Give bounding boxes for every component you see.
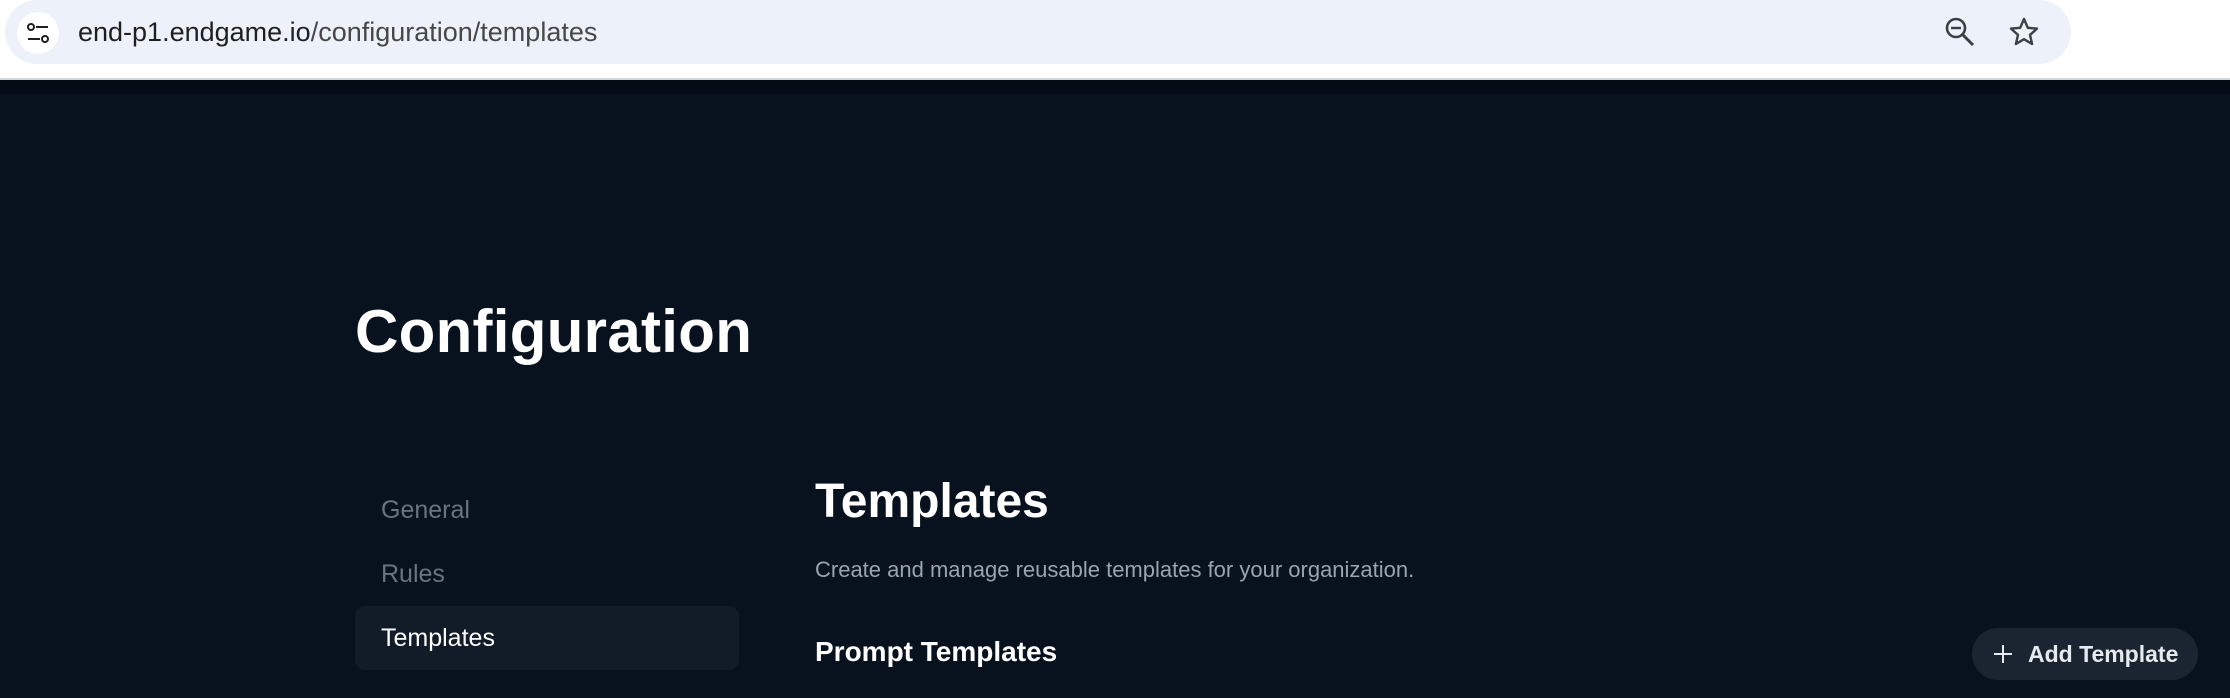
add-template-button[interactable]: Add Template — [1972, 628, 2198, 680]
sidebar-item-label: General — [381, 495, 470, 524]
sidebar-item-templates[interactable]: Templates — [355, 606, 739, 670]
url-path: /configuration/templates — [310, 17, 598, 47]
section-description: Create and manage reusable templates for… — [815, 557, 1415, 582]
plus-icon — [1994, 645, 2012, 663]
section-title: Templates — [815, 475, 1049, 528]
zoom-out-icon — [1945, 17, 1975, 47]
star-icon — [2009, 17, 2039, 46]
url-host: end-p1.endgame.io — [78, 17, 311, 47]
site-info-button[interactable] — [17, 12, 59, 54]
sidebar-item-label: Rules — [381, 559, 445, 588]
url-text[interactable]: end-p1.endgame.io/configuration/template… — [78, 15, 597, 49]
bookmark-button[interactable] — [2006, 14, 2042, 50]
add-template-label: Add Template — [2028, 640, 2179, 667]
sidebar-item-general[interactable]: General — [355, 478, 739, 542]
sidebar-item-rules[interactable]: Rules — [355, 542, 739, 606]
browser-toolbar: end-p1.endgame.io/configuration/template… — [0, 0, 2230, 80]
page-top-strip — [0, 80, 2230, 94]
zoom-button[interactable] — [1942, 14, 1978, 50]
sidebar-item-label: Templates — [381, 623, 495, 652]
address-bar[interactable]: end-p1.endgame.io/configuration/template… — [5, 0, 2071, 64]
page-title: Configuration — [355, 298, 753, 365]
prompt-templates-heading: Prompt Templates — [815, 636, 1058, 667]
tune-icon — [27, 23, 49, 43]
settings-sidebar: General Rules Templates — [355, 478, 739, 670]
